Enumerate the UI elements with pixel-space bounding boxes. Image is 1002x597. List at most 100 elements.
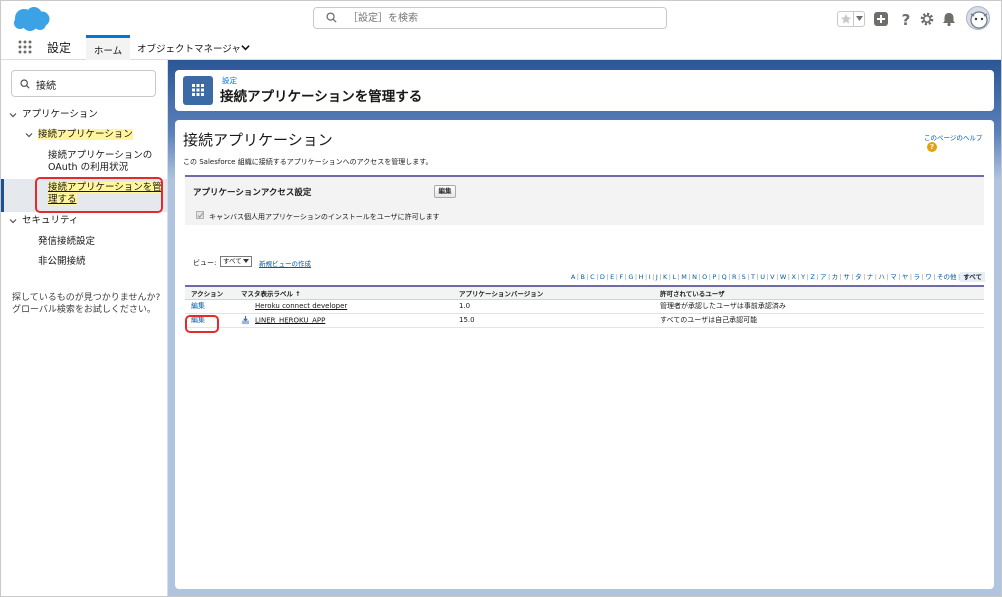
add-icon[interactable] [873, 11, 889, 27]
favorites-button[interactable] [837, 11, 865, 27]
chevron-down-icon[interactable] [9, 217, 17, 225]
view-label: ビュー: [193, 259, 217, 267]
connected-apps-table: アクション マスタ表示ラベル ↑ アプリケーションバージョン 許可されているユー… [185, 285, 984, 328]
column-header-master-label[interactable]: マスタ表示ラベル ↑ [235, 285, 453, 300]
app-name: 設定 [47, 41, 72, 55]
column-header-action: アクション [185, 285, 235, 300]
row-master-label: Heroku connect developer [235, 299, 453, 314]
alpha-filter-item[interactable]: H [637, 273, 645, 281]
app-access-settings-section: アプリケーションアクセス設定 編集 キャンバス個人用アプリケーションのインストー… [185, 175, 984, 225]
alpha-filter-item[interactable]: その他 [936, 273, 959, 281]
tab-home[interactable]: ホーム [86, 35, 130, 60]
sidebar-item-outbound-connection[interactable]: 発信接続設定 [38, 236, 95, 248]
sidebar-item-applications[interactable]: アプリケーション [9, 109, 98, 121]
nav-bar: 設定 ホーム オブジェクトマネージャ [1, 35, 1001, 60]
help-icon[interactable]: ? [898, 11, 914, 27]
alpha-filter-item[interactable]: サ [842, 273, 852, 281]
alpha-filter-item[interactable]: L [671, 273, 678, 281]
app-name-link[interactable]: Heroku connect developer [255, 302, 347, 310]
row-permitted-users: 管理者が承認したユーザは事前承認済み [654, 299, 984, 314]
alpha-filter-item[interactable]: K [661, 273, 668, 281]
chevron-down-icon [243, 259, 249, 263]
edit-settings-button[interactable]: 編集 [434, 185, 456, 198]
svg-text:?: ? [902, 11, 911, 27]
chevron-down-icon[interactable] [241, 43, 250, 52]
alpha-filter-item[interactable]: ア [818, 273, 828, 281]
content-panel: 接続アプリケーション このページのヘルプ? この Salesforce 組織に接… [175, 120, 994, 589]
canvas-apps-checkbox-label: キャンバス個人用アプリケーションのインストールをユーザに許可します [209, 213, 440, 221]
grid-icon [192, 84, 204, 96]
bell-icon[interactable] [941, 11, 957, 27]
alpha-filter-item[interactable]: G [627, 273, 635, 281]
alpha-filter-item[interactable]: ナ [865, 273, 875, 281]
star-icon [841, 14, 851, 24]
quick-find[interactable] [11, 70, 156, 97]
table-header-row: アクション マスタ表示ラベル ↑ アプリケーションバージョン 許可されているユー… [185, 285, 984, 300]
alpha-filter-item[interactable]: W [778, 273, 787, 281]
chevron-down-icon[interactable] [25, 131, 33, 139]
sidebar-item-private-connect[interactable]: 非公開接続 [38, 256, 86, 268]
alpha-filter-item[interactable]: V [769, 273, 776, 281]
content-title: 接続アプリケーション [183, 131, 333, 149]
check-icon [197, 212, 204, 219]
alpha-filter-item[interactable]: ヤ [900, 273, 910, 281]
sidebar-item-label: 接続アプリケーションの OAuth の利用状況 [48, 150, 153, 173]
page-header-icon [183, 76, 213, 105]
canvas-apps-checkbox[interactable] [196, 211, 204, 219]
user-avatar-icon [970, 11, 988, 29]
global-search-input[interactable] [348, 10, 648, 26]
section-title: アプリケーションアクセス設定 [193, 188, 312, 198]
app-launcher-icon[interactable] [18, 40, 32, 54]
main-area: 設定 接続アプリケーションを管理する 接続アプリケーション このページのヘルプ?… [168, 60, 1001, 596]
sidebar-item-label: 非公開接続 [38, 256, 86, 267]
global-header: ? [1, 1, 1001, 35]
sidebar-item-label: 発信接続設定 [38, 236, 96, 247]
alpha-filter-item[interactable]: カ [830, 273, 840, 281]
view-select[interactable]: すべて [220, 256, 252, 267]
chevron-down-icon[interactable] [9, 111, 17, 119]
alpha-filter-item[interactable]: E [609, 273, 616, 281]
table-row: 編集 LINER_HEROKU_APP 15.0 すべてのユーザは自己承認可能 [185, 313, 984, 328]
create-new-view-link[interactable]: 新規ビューの作成 [259, 258, 311, 268]
sidebar-item-connected-apps[interactable]: 接続アプリケーション [25, 129, 133, 141]
table-row: 編集 Heroku connect developer 1.0 管理者が承認した… [185, 299, 984, 314]
alpha-filter-item[interactable]: T [750, 273, 757, 281]
quick-find-input[interactable] [36, 76, 146, 92]
column-header-permitted-users[interactable]: 許可されているユーザ [654, 285, 984, 300]
sidebar-not-found-text: 探しているものが見つかりませんか? グローバル検索をお試しください。 [12, 293, 161, 315]
alpha-filter-item[interactable]: マ [889, 273, 899, 281]
favorites-list-button[interactable] [853, 12, 864, 26]
alpha-filter-item[interactable]: P [711, 273, 718, 281]
alpha-filter-item[interactable]: R [730, 273, 738, 281]
sidebar-item-oauth-usage[interactable]: 接続アプリケーションの OAuth の利用状況 [48, 150, 158, 174]
sidebar-item-label: 接続アプリケーション [38, 129, 133, 140]
row-permitted-users: すべてのユーザは自己承認可能 [654, 313, 984, 328]
callout-highlight [185, 315, 219, 333]
sidebar-item-label: アプリケーション [22, 109, 98, 120]
alpha-filter-item[interactable]: ラ [912, 273, 922, 281]
app-name-link[interactable]: LINER_HEROKU_APP [255, 316, 325, 324]
row-edit-link[interactable]: 編集 [185, 299, 235, 314]
global-search[interactable] [313, 7, 667, 29]
row-version: 15.0 [453, 313, 654, 328]
alpha-filter-item[interactable]: Y [800, 273, 807, 281]
tab-object-manager-label: オブジェクトマネージャ [137, 44, 241, 55]
salesforce-logo[interactable] [12, 6, 50, 32]
alpha-filter-item[interactable]: ワ [924, 273, 934, 281]
sidebar-item-security[interactable]: セキュリティ [9, 215, 78, 227]
page-help-label: このページのヘルプ [924, 134, 983, 142]
tab-object-manager[interactable]: オブジェクトマネージャ [131, 35, 259, 60]
alpha-filter-item[interactable]: タ [854, 273, 864, 281]
package-install-icon [241, 315, 250, 324]
alpha-filter-item[interactable]: O [701, 273, 709, 281]
gear-icon[interactable] [919, 11, 935, 27]
alpha-filter-item[interactable]: A [569, 273, 576, 281]
page-help-link[interactable]: このページのヘルプ? [924, 132, 994, 152]
search-icon [20, 79, 30, 89]
alpha-filter-item[interactable]: すべて [960, 272, 985, 282]
avatar[interactable] [966, 6, 990, 30]
column-header-version[interactable]: アプリケーションバージョン [453, 285, 654, 300]
setup-sidebar: アプリケーション 接続アプリケーション 接続アプリケーションの OAuth の利… [1, 60, 168, 596]
content-description: この Salesforce 組織に接続するアプリケーションへのアクセスを管理しま… [183, 158, 433, 166]
alpha-filter-item[interactable]: F [618, 273, 625, 281]
